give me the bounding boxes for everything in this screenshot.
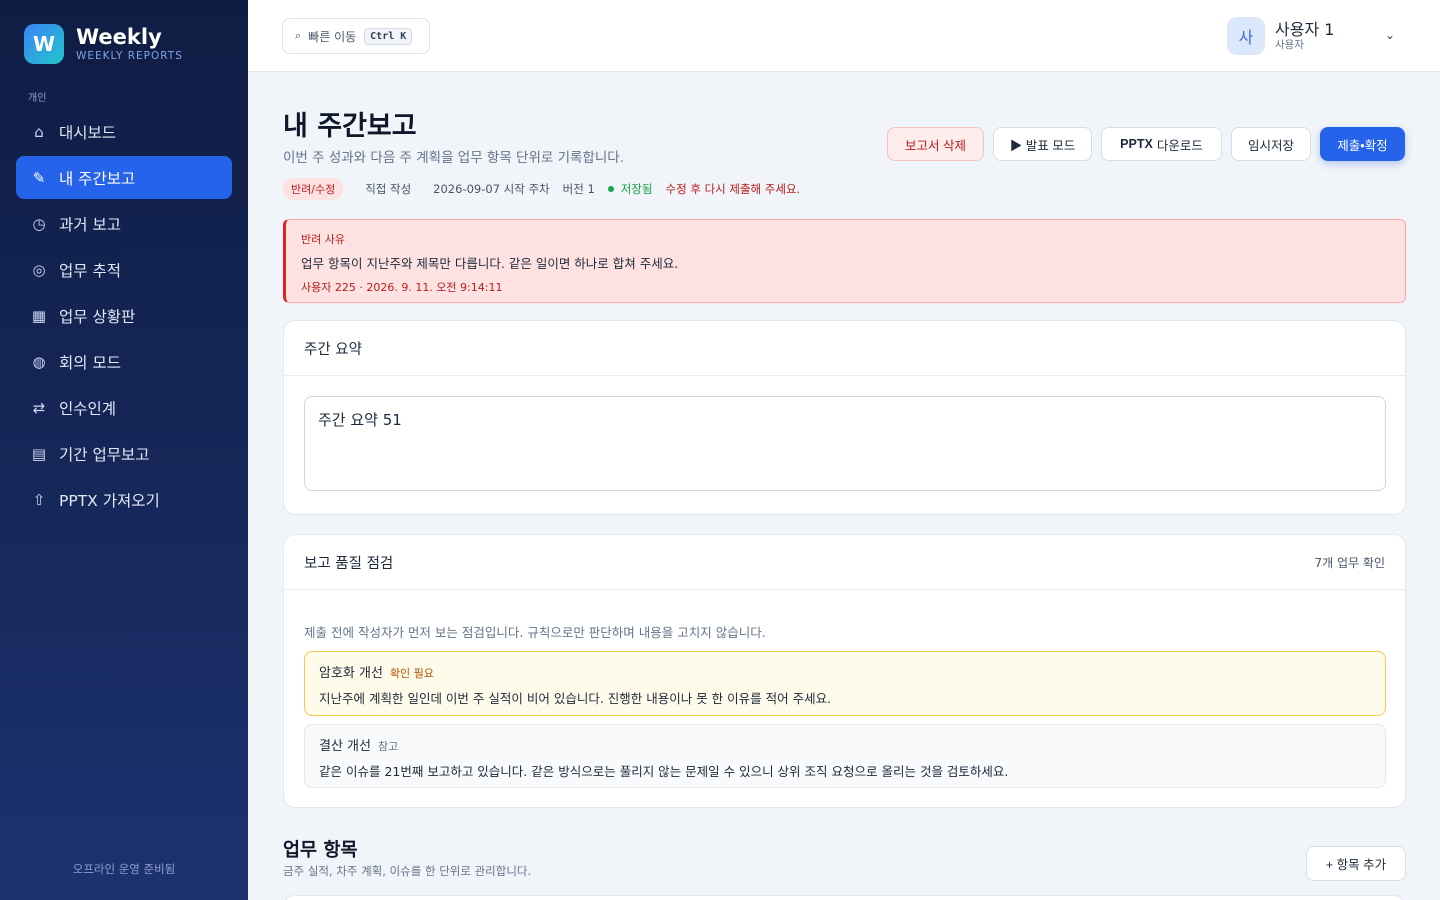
issue-title: 암호화 개선 xyxy=(319,666,383,681)
issue-body: 지난주에 계획한 일인데 이번 주 실적이 비어 있습니다. 진행한 내용이나 … xyxy=(319,691,832,706)
sidebar-item-past-reports[interactable]: ◷ 과거 보고 xyxy=(16,202,232,245)
save-status: 저장됨 xyxy=(607,181,653,197)
temp-save-button[interactable]: 임시저장 xyxy=(1231,127,1311,161)
sidebar-item-label: PPTX 가져오기 xyxy=(59,491,160,510)
offline-status: 오프라인 운영 준비됨 xyxy=(72,862,176,876)
quick-jump-label: 빠른 이동 xyxy=(308,29,357,44)
sidebar-item-work-tracking[interactable]: ◎ 업무 추적 xyxy=(16,248,232,291)
shortcut-hint: Ctrl K xyxy=(364,27,413,45)
chevron-down-icon[interactable]: ⌄ xyxy=(1385,28,1395,42)
resubmit-notice: 수정 후 다시 제출해 주세요. xyxy=(665,182,801,196)
pptx-label: PPTX xyxy=(1120,137,1153,151)
weekly-summary-textarea[interactable]: 주간 요약 51 xyxy=(304,396,1386,491)
user-menu[interactable]: 사 사용자 1 사용자 xyxy=(1227,17,1334,55)
card-title: 주간 요약 xyxy=(304,341,362,358)
sidebar-item-label: 기간 업무보고 xyxy=(59,445,150,464)
work-items-title: 업무 항목 xyxy=(283,840,358,861)
quick-jump-button[interactable]: ⌕ 빠른 이동 Ctrl K xyxy=(282,18,430,54)
issue-tag: 참고 xyxy=(377,740,399,753)
clock-icon: ◷ xyxy=(32,214,46,233)
globe-icon: ◍ xyxy=(32,352,46,371)
report-meta: 반려/수정 직접 작성 2026-09-07 시작 주차 버전 1 저장됨 수정… xyxy=(283,178,801,200)
sidebar: W Weekly WEEKLY REPORTS 개인 ⌂ 대시보드 ✎ 내 주간… xyxy=(0,0,248,900)
work-item-card xyxy=(283,895,1406,900)
status-badge: 반려/수정 xyxy=(283,178,344,200)
sidebar-item-work-board[interactable]: ▦ 업무 상황판 xyxy=(16,294,232,337)
reject-body: 업무 항목이 지난주와 제목만 다릅니다. 같은 일이면 하나로 합쳐 주세요. xyxy=(301,256,679,271)
header-actions: 보고서 삭제 ▶ 발표 모드 PPTX 다운로드 임시저장 제출•확정 xyxy=(887,127,1405,161)
sidebar-item-label: 업무 상황판 xyxy=(59,307,136,326)
quality-check-card: 보고 품질 점검 7개 업무 확인 제출 전에 작성자가 먼저 보는 점검입니다… xyxy=(283,534,1406,808)
sidebar-item-meeting-mode[interactable]: ◍ 회의 모드 xyxy=(16,340,232,383)
reject-reason-box: 반려 사유 업무 항목이 지난주와 제목만 다릅니다. 같은 일이면 하나로 합… xyxy=(283,219,1406,303)
avatar: 사 xyxy=(1227,17,1265,55)
brand-title: Weekly xyxy=(76,25,162,49)
sidebar-item-label: 회의 모드 xyxy=(59,353,121,372)
download-label: 다운로드 xyxy=(1156,138,1203,153)
presentation-mode-button[interactable]: ▶ 발표 모드 xyxy=(993,127,1092,161)
issue-title: 결산 개선 xyxy=(319,739,371,754)
swap-icon: ⇄ xyxy=(32,398,46,417)
reject-meta: 사용자 225 · 2026. 9. 11. 오전 9:14:11 xyxy=(301,281,503,294)
pencil-icon: ✎ xyxy=(32,168,46,187)
quality-intro: 제출 전에 작성자가 먼저 보는 점검입니다. 규칙으로만 판단하며 내용을 고… xyxy=(304,625,766,640)
reject-label: 반려 사유 xyxy=(301,233,345,246)
home-icon: ⌂ xyxy=(34,122,44,141)
target-icon: ◎ xyxy=(32,260,46,279)
saved-dot-icon xyxy=(607,186,614,192)
sidebar-item-handover[interactable]: ⇄ 인수인계 xyxy=(16,386,232,429)
authoring-mode: 직접 작성 xyxy=(365,182,412,196)
sidebar-item-my-weekly-report[interactable]: ✎ 내 주간보고 xyxy=(16,156,232,199)
quality-issue[interactable]: 암호화 개선 확인 필요 지난주에 계획한 일인데 이번 주 실적이 비어 있습… xyxy=(304,651,1386,716)
quality-issue[interactable]: 결산 개선 참고 같은 이슈를 21번째 보고하고 있습니다. 같은 방식으로는… xyxy=(304,724,1386,788)
logo-icon: W xyxy=(24,24,64,64)
pptx-download-button[interactable]: PPTX 다운로드 xyxy=(1101,127,1222,161)
topbar: ⌕ 빠른 이동 Ctrl K 사 사용자 1 사용자 ⌄ xyxy=(248,0,1440,72)
work-items-description: 금주 실적, 차주 계획, 이슈를 한 단위로 관리합니다. xyxy=(283,864,532,878)
sidebar-item-pptx-import[interactable]: ⇧ PPTX 가져오기 xyxy=(16,478,232,521)
sidebar-item-dashboard[interactable]: ⌂ 대시보드 xyxy=(16,110,232,153)
grid-icon: ▦ xyxy=(31,306,47,325)
user-name: 사용자 1 xyxy=(1275,19,1335,39)
add-item-button[interactable]: + 항목 추가 xyxy=(1306,846,1406,881)
delete-report-button[interactable]: 보고서 삭제 xyxy=(887,127,984,161)
checked-count: 7개 업무 확인 xyxy=(1314,555,1385,570)
save-status-label: 저장됨 xyxy=(620,182,653,196)
sidebar-nav: ⌂ 대시보드 ✎ 내 주간보고 ◷ 과거 보고 ◎ 업무 추적 ▦ 업무 상황판… xyxy=(16,110,232,524)
upload-icon: ⇧ xyxy=(32,490,46,509)
sidebar-item-label: 인수인계 xyxy=(59,399,117,418)
version-label: 버전 1 xyxy=(562,182,595,196)
sidebar-item-period-report[interactable]: ▤ 기간 업무보고 xyxy=(16,432,232,475)
brand-subtitle: WEEKLY REPORTS xyxy=(76,50,183,62)
issue-body: 같은 이슈를 21번째 보고하고 있습니다. 같은 방식으로는 풀리지 않는 문… xyxy=(319,764,1009,779)
sidebar-item-label: 대시보드 xyxy=(59,123,117,142)
week-label: 2026-09-07 시작 주차 xyxy=(433,182,550,196)
page-description: 이번 주 성과와 다음 주 계획을 업무 항목 단위로 기록합니다. xyxy=(283,150,624,166)
list-icon: ▤ xyxy=(31,444,47,463)
search-icon: ⌕ xyxy=(295,29,302,42)
page-title: 내 주간보고 xyxy=(283,111,417,142)
user-role: 사용자 xyxy=(1275,38,1304,51)
issue-tag: 확인 필요 xyxy=(389,667,434,680)
sidebar-item-label: 업무 추적 xyxy=(59,261,121,280)
card-title: 보고 품질 점검 xyxy=(304,555,394,572)
brand[interactable]: W Weekly WEEKLY REPORTS xyxy=(24,24,183,64)
weekly-summary-card: 주간 요약 주간 요약 51 xyxy=(283,320,1406,515)
sidebar-item-label: 과거 보고 xyxy=(59,215,121,234)
submit-button[interactable]: 제출•확정 xyxy=(1320,127,1405,161)
sidebar-item-label: 내 주간보고 xyxy=(59,169,136,188)
nav-section-label: 개인 xyxy=(28,93,47,104)
